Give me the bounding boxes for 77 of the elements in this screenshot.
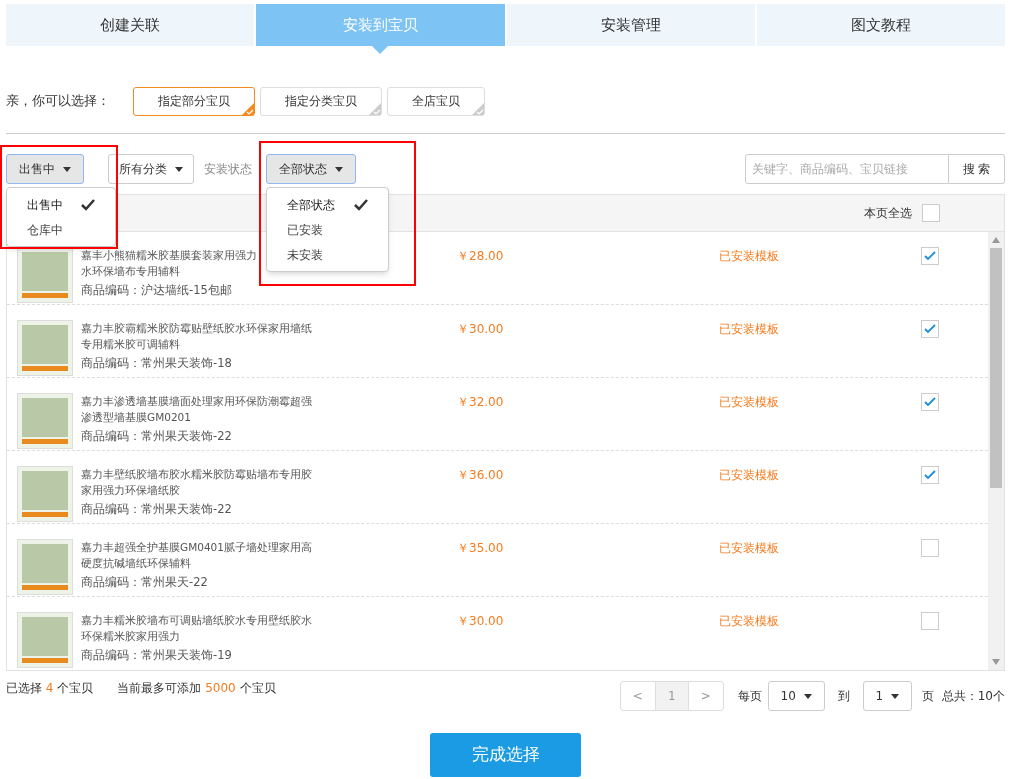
row-checkbox[interactable] [921,247,939,265]
product-title: 嘉力丰壁纸胶墙布胶水糯米胶防霉贴墙布专用胶 家用强力环保墙纸胶 [81,467,312,498]
install-status: 已安装模板 [719,394,780,411]
row-checkbox[interactable] [921,466,939,484]
dropdown-option[interactable]: 出售中 [7,192,115,217]
dropdown-option[interactable]: 全部状态 [267,192,388,217]
per-page-label: 每页 [737,688,762,705]
dropdown-option[interactable]: 已安装 [267,217,388,242]
selected-count-text: 已选择 4 个宝贝 [6,680,94,697]
dropdown-option[interactable]: 仓库中 [7,217,115,242]
scroll-down-icon [992,659,1000,665]
choice-label: 亲，你可以选择： [6,92,110,111]
product-thumbnail [17,612,73,668]
select-all-checkbox[interactable] [922,204,940,222]
product-code: 商品编码：常州果天装饰-22 [81,501,232,518]
search-field[interactable]: 关键字、商品编码、宝贝链接 [745,154,949,184]
install-status: 已安装模板 [719,613,780,630]
price: ￥30.00 [457,321,504,338]
corner-check-icon [472,102,484,115]
install-status: 已安装模板 [719,540,780,557]
sale-status-dropdown[interactable]: 出售中 [6,154,84,184]
row-checkbox[interactable] [921,539,939,557]
caret-icon [175,166,183,172]
product-title: 嘉丰小熊猫糯米胶基膜套装家用强力 水环保墙布专用辅料 [81,248,257,279]
select-all-label: 本页全选 [864,205,912,222]
tab[interactable]: 创建关联 [6,4,255,46]
goto-page-dropdown[interactable]: 1 [862,681,912,711]
scroll-up-icon [992,237,1000,243]
row-checkbox[interactable] [921,320,939,338]
product-code: 商品编码：常州果天装饰-18 [81,355,232,372]
product-code: 商品编码：常州果天装饰-22 [81,428,232,445]
install-status: 已安装模板 [719,467,780,484]
caret-icon [335,166,343,172]
price: ￥32.00 [457,394,504,411]
product-title: 嘉力丰渗透墙基膜墙面处理家用环保防潮霉超强 渗透型墙基膜GM0201 [81,394,312,425]
tab[interactable]: 安装管理 [506,4,755,46]
total-count: 总共：10个 [941,688,1005,705]
check-icon [354,198,368,211]
scrollbar-thumb[interactable] [990,248,1002,488]
product-title: 嘉力丰胶霸糯米胶防霉贴壁纸胶水环保家用墙纸 专用糯米胶可调辅料 [81,321,312,352]
check-icon [924,397,936,407]
caret-icon [891,693,900,699]
install-state-dropdown[interactable]: 全部状态 [266,154,356,184]
price: ￥36.00 [457,467,504,484]
per-page-dropdown[interactable]: 10 [767,681,825,711]
check-icon [924,324,936,334]
scope-option[interactable]: 指定分类宝贝 [260,86,382,116]
install-status: 已安装模板 [719,321,780,338]
install-state-label: 安装状态 [204,161,252,178]
check-icon [924,470,936,480]
check-icon [924,251,936,261]
pointer-icon [372,46,389,54]
category-dropdown[interactable]: 所有分类 [108,154,194,184]
price: ￥30.00 [457,613,504,630]
product-title: 嘉力丰糯米胶墙布可调贴墙纸胶水专用壁纸胶水 环保糯米胶家用强力 [81,613,312,644]
price: ￥35.00 [457,540,504,557]
product-code: 商品编码：常州果天装饰-19 [81,647,232,664]
row-checkbox[interactable] [921,612,939,630]
scope-option[interactable]: 全店宝贝 [387,86,485,116]
scope-option[interactable]: 指定部分宝贝 [133,86,255,116]
dropdown-option[interactable]: 未安装 [267,242,388,267]
search-button[interactable]: 搜 索 [949,154,1005,184]
price: ￥28.00 [457,248,504,265]
corner-check-icon [369,102,381,115]
row-checkbox[interactable] [921,393,939,411]
product-code: 商品编码：沪达墙纸-15包邮 [81,282,232,299]
limit-text: 当前最多可添加 5000 个宝贝 [117,680,276,697]
caret-icon [63,166,71,172]
caret-icon [803,693,812,699]
goto-label: 到 [837,688,850,705]
product-title: 嘉力丰超强全护基膜GM0401腻子墙处理家用高 硬度抗碱墙纸环保辅料 [81,540,312,571]
install-status: 已安装模板 [719,248,780,265]
check-icon [81,198,95,211]
page-label: 页 [921,688,934,705]
product-code: 商品编码：常州果天-22 [81,574,208,591]
tab[interactable]: 图文教程 [756,4,1005,46]
corner-check-icon [242,102,254,115]
